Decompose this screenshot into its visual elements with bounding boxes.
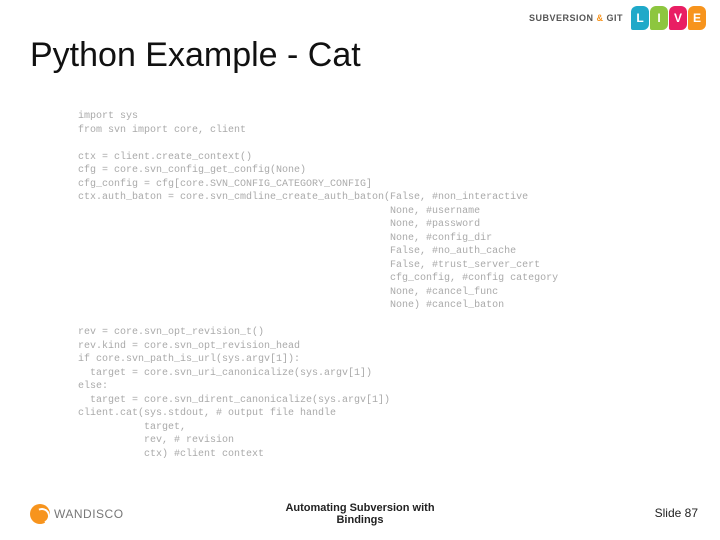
live-letter-l: L bbox=[631, 6, 649, 30]
wandisco-icon bbox=[30, 504, 50, 524]
live-letter-v: V bbox=[669, 6, 687, 30]
slide-title: Python Example - Cat bbox=[30, 36, 361, 75]
footer: WANDISCO Automating Subversion with Bind… bbox=[0, 496, 720, 528]
slide: SUBVERSION & GIT L I V E Python Example … bbox=[0, 0, 720, 540]
footer-center-line2: Bindings bbox=[285, 514, 434, 526]
wandisco-text: WANDISCO bbox=[54, 507, 124, 521]
top-brand-bar: SUBVERSION & GIT L I V E bbox=[529, 6, 706, 30]
wandisco-logo: WANDISCO bbox=[30, 504, 124, 524]
brand-ampersand: & bbox=[596, 13, 603, 23]
live-letter-e: E bbox=[688, 6, 706, 30]
footer-center-line1: Automating Subversion with bbox=[285, 502, 434, 514]
code-block: import sys from svn import core, client … bbox=[78, 110, 558, 461]
brand-git-text: GIT bbox=[607, 13, 624, 23]
brand-svn: SUBVERSION & GIT bbox=[529, 13, 623, 23]
brand-svn-text: SUBVERSION bbox=[529, 13, 594, 23]
live-logo: L I V E bbox=[631, 6, 706, 30]
footer-center: Automating Subversion with Bindings bbox=[285, 502, 434, 526]
slide-number: Slide 87 bbox=[655, 506, 698, 520]
live-letter-i: I bbox=[650, 6, 668, 30]
